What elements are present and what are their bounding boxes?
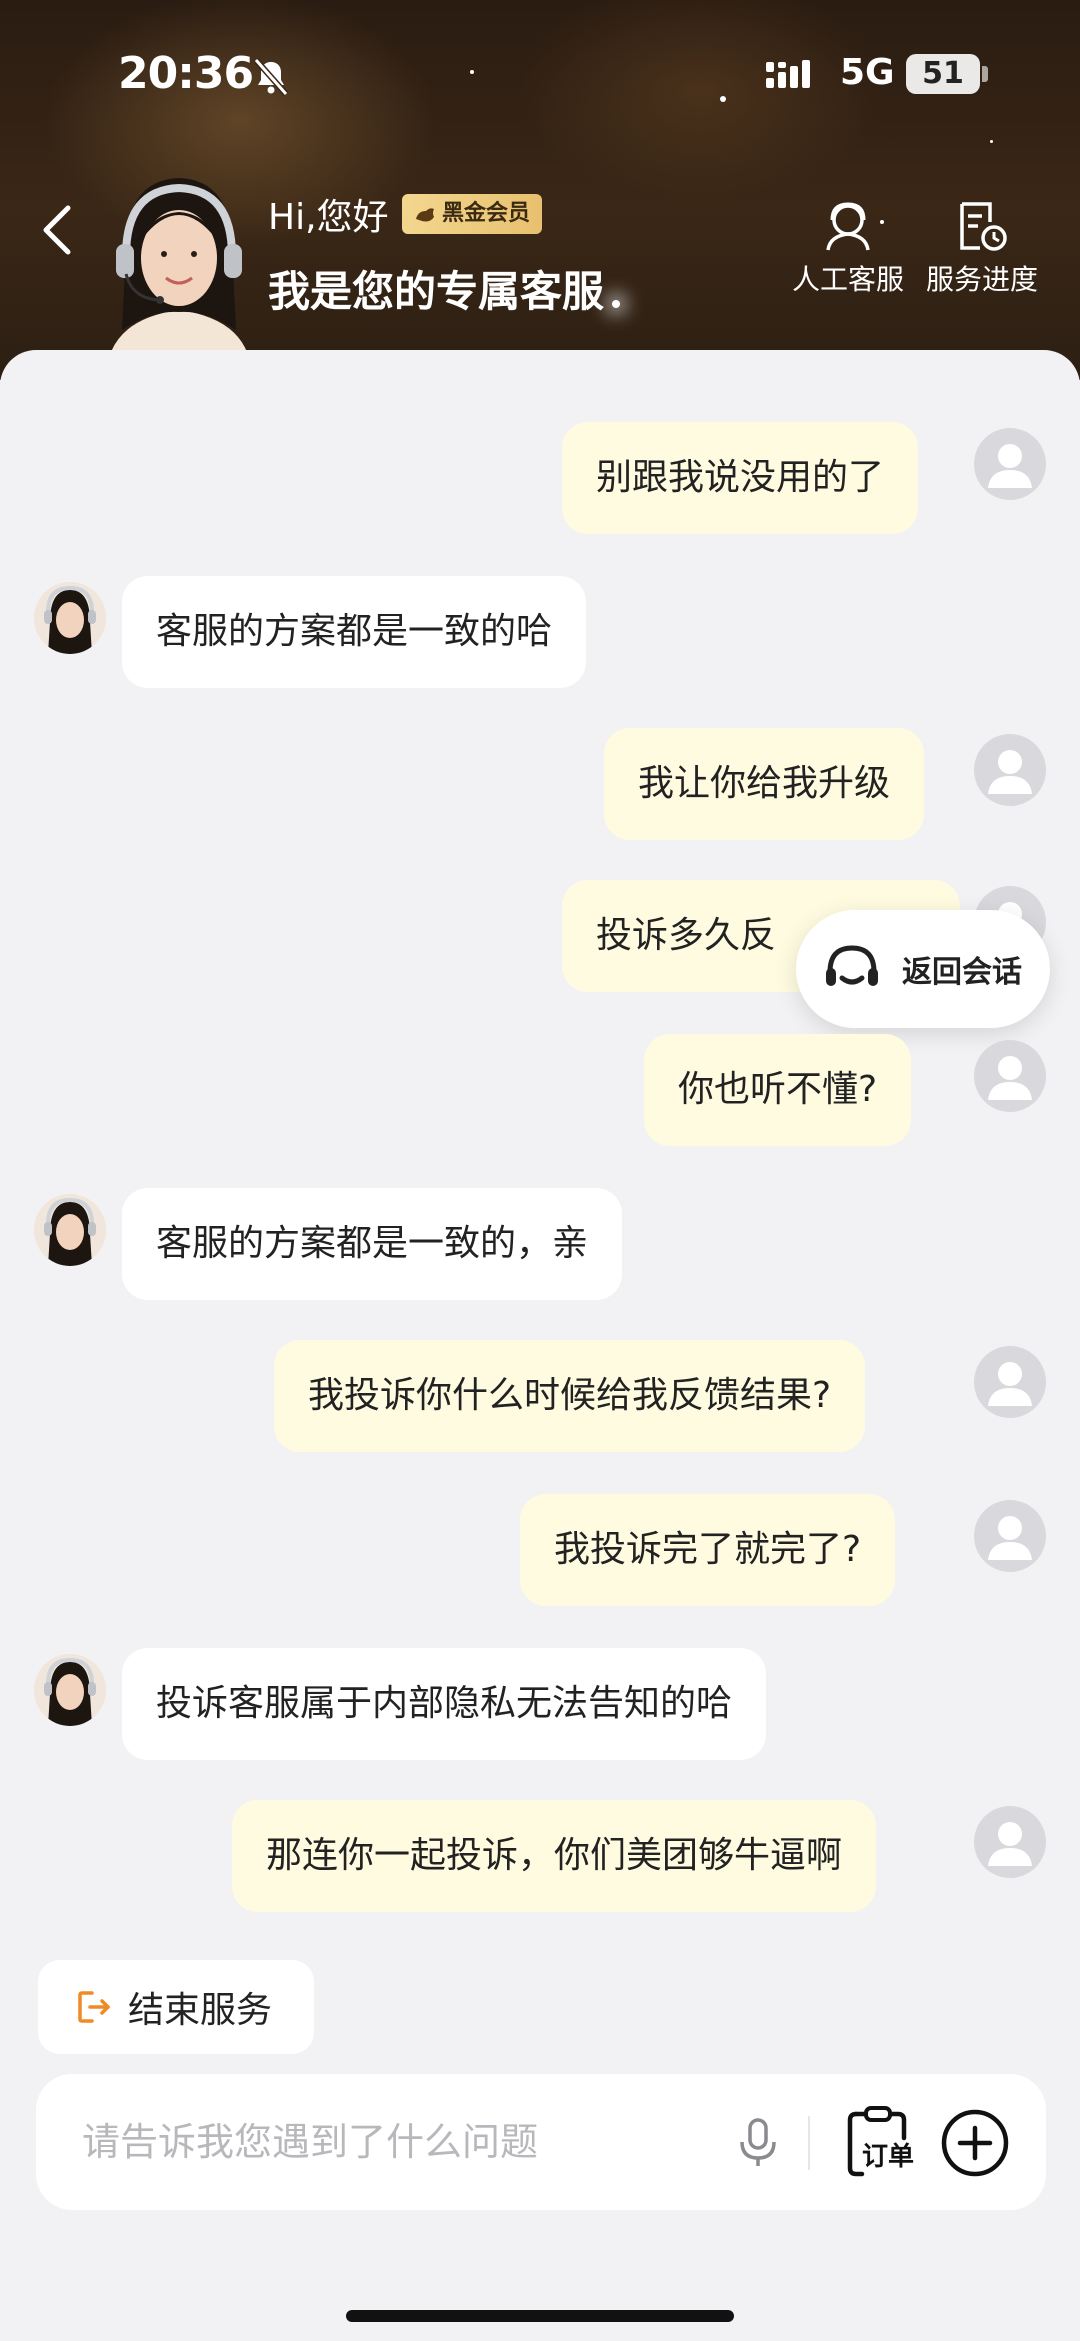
agent-headset-icon bbox=[826, 202, 870, 251]
user-avatar bbox=[974, 1806, 1046, 1878]
microphone-icon[interactable] bbox=[728, 2112, 788, 2172]
home-indicator[interactable] bbox=[346, 2310, 734, 2322]
human-agent-button[interactable]: 人工客服 bbox=[792, 200, 904, 298]
agent-avatar-photo bbox=[106, 178, 252, 380]
return-to-chat-label: 返回会话 bbox=[902, 955, 1022, 990]
header-subtitle: 我是您的专属客服 bbox=[268, 267, 605, 316]
user-avatar bbox=[974, 1040, 1046, 1112]
headset-icon bbox=[826, 945, 878, 986]
user-avatar bbox=[974, 1500, 1046, 1572]
user-avatar bbox=[974, 1346, 1046, 1418]
message-bubble-user: 我投诉你什么时候给我反馈结果? bbox=[274, 1340, 866, 1452]
battery-cap bbox=[982, 66, 988, 82]
message-bubble-user: 我投诉完了就完了? bbox=[520, 1494, 896, 1606]
status-time: 20:36 bbox=[118, 48, 254, 99]
chat-screen: 20:36 5G 51 Hi,您好 黑金会员 我是您的专属客服 人工客服 服务进… bbox=[0, 0, 1080, 2341]
signal-icon bbox=[766, 60, 810, 88]
service-progress-button[interactable]: 服务进度 bbox=[926, 200, 1038, 298]
end-service-label: 结束服务 bbox=[128, 1990, 273, 2031]
human-agent-label: 人工客服 bbox=[792, 263, 905, 296]
message-bubble-user: 别跟我说没用的了 bbox=[562, 422, 919, 534]
message-bubble-user: 那连你一起投诉，你们美团够牛逼啊 bbox=[232, 1800, 877, 1912]
agent-avatar bbox=[34, 1654, 106, 1726]
end-service-button[interactable]: 结束服务 bbox=[38, 1960, 314, 2054]
user-avatar bbox=[974, 734, 1046, 806]
exit-icon bbox=[78, 1991, 110, 2023]
battery-indicator: 51 bbox=[906, 54, 980, 94]
order-label: 订单 bbox=[862, 2142, 915, 2172]
member-badge: 黑金会员 bbox=[402, 194, 543, 234]
service-progress-icon bbox=[960, 202, 1007, 251]
network-type: 5G bbox=[840, 52, 895, 93]
message-bubble-agent: 客服的方案都是一致的，亲 bbox=[122, 1188, 623, 1300]
plus-icon[interactable] bbox=[940, 2108, 1010, 2178]
input-divider bbox=[808, 2116, 810, 2170]
header: 20:36 5G 51 Hi,您好 黑金会员 我是您的专属客服 人工客服 服务进… bbox=[0, 0, 1080, 380]
user-avatar bbox=[974, 428, 1046, 500]
status-bar: 20:36 5G 51 bbox=[0, 40, 1080, 110]
agent-avatar bbox=[34, 582, 106, 654]
member-badge-label: 黑金会员 bbox=[442, 201, 531, 226]
greeting-text: Hi,您好 bbox=[268, 197, 389, 238]
kangaroo-icon bbox=[416, 208, 434, 222]
bell-off-icon bbox=[253, 58, 289, 96]
service-progress-label: 服务进度 bbox=[926, 263, 1039, 296]
message-bubble-agent: 客服的方案都是一致的哈 bbox=[122, 576, 587, 688]
agent-avatar bbox=[34, 1194, 106, 1266]
return-to-chat-button[interactable]: 返回会话 bbox=[796, 910, 1050, 1028]
message-input[interactable] bbox=[82, 2074, 722, 2210]
message-bubble-user: 你也听不懂? bbox=[644, 1034, 912, 1146]
message-bubble-user: 我让你给我升级 bbox=[604, 728, 925, 840]
back-icon[interactable] bbox=[34, 200, 84, 260]
input-bar: 订单 bbox=[36, 2074, 1046, 2210]
message-bubble-agent: 投诉客服属于内部隐私无法告知的哈 bbox=[122, 1648, 767, 1760]
